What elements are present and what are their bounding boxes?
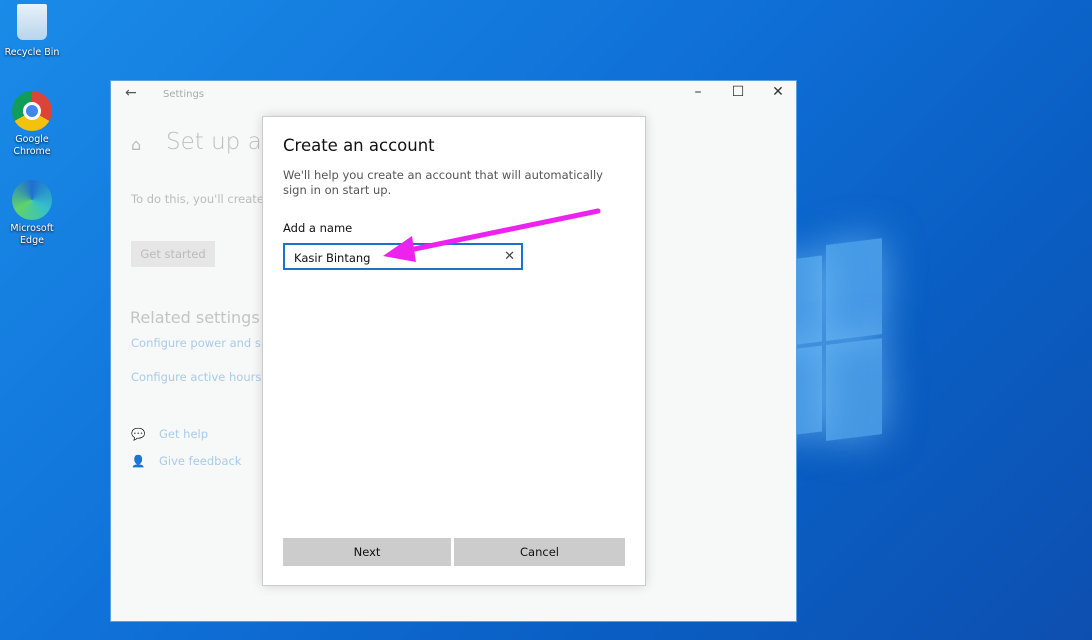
- annotation-arrow: [383, 208, 601, 262]
- arrow-shaft: [397, 208, 601, 255]
- arrow-head: [383, 236, 416, 262]
